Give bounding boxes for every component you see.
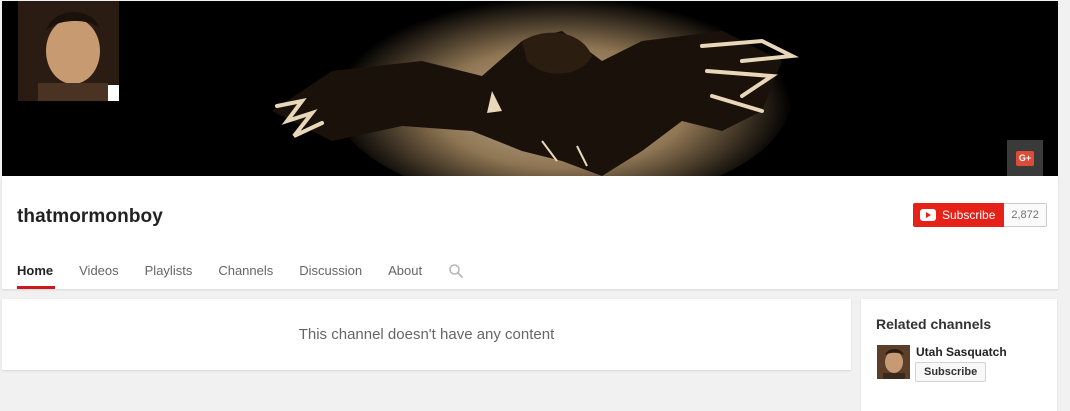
main-content: This channel doesn't have any content — [2, 299, 851, 370]
related-channels-title: Related channels — [876, 316, 992, 332]
youtube-logo-icon — [920, 209, 936, 221]
search-icon[interactable] — [448, 256, 464, 289]
tab-discussion[interactable]: Discussion — [299, 256, 362, 289]
subscribe-button[interactable]: Subscribe — [913, 203, 1005, 227]
eagle-banner-art — [272, 1, 800, 176]
subscribe-label: Subscribe — [942, 208, 996, 222]
channel-tabs: Home Videos Playlists Channels Discussio… — [17, 256, 464, 289]
tab-channels[interactable]: Channels — [218, 256, 273, 289]
channel-header: thatmormonboy Subscribe 2,872 Home Video… — [2, 176, 1058, 289]
tab-home[interactable]: Home — [17, 256, 56, 289]
tab-playlists[interactable]: Playlists — [145, 256, 193, 289]
related-channel-avatar[interactable] — [877, 345, 910, 379]
channel-title[interactable]: thatmormonboy — [17, 206, 163, 228]
tab-about[interactable]: About — [388, 256, 422, 289]
related-subscribe-button[interactable]: Subscribe — [915, 362, 987, 382]
google-plus-icon: G+ — [1015, 150, 1035, 166]
empty-content-message: This channel doesn't have any content — [298, 326, 555, 343]
related-channels-panel: Related channels Utah Sasquatch Subscrib… — [861, 299, 1057, 411]
channel-banner: G+ — [2, 1, 1058, 176]
subscribe-widget: Subscribe 2,872 — [913, 203, 1047, 227]
subscriber-count: 2,872 — [1004, 203, 1047, 227]
related-channel-name[interactable]: Utah Sasquatch — [916, 345, 1007, 359]
channel-avatar[interactable] — [18, 1, 119, 101]
tab-videos[interactable]: Videos — [79, 256, 119, 289]
google-plus-button[interactable]: G+ — [1007, 140, 1043, 176]
